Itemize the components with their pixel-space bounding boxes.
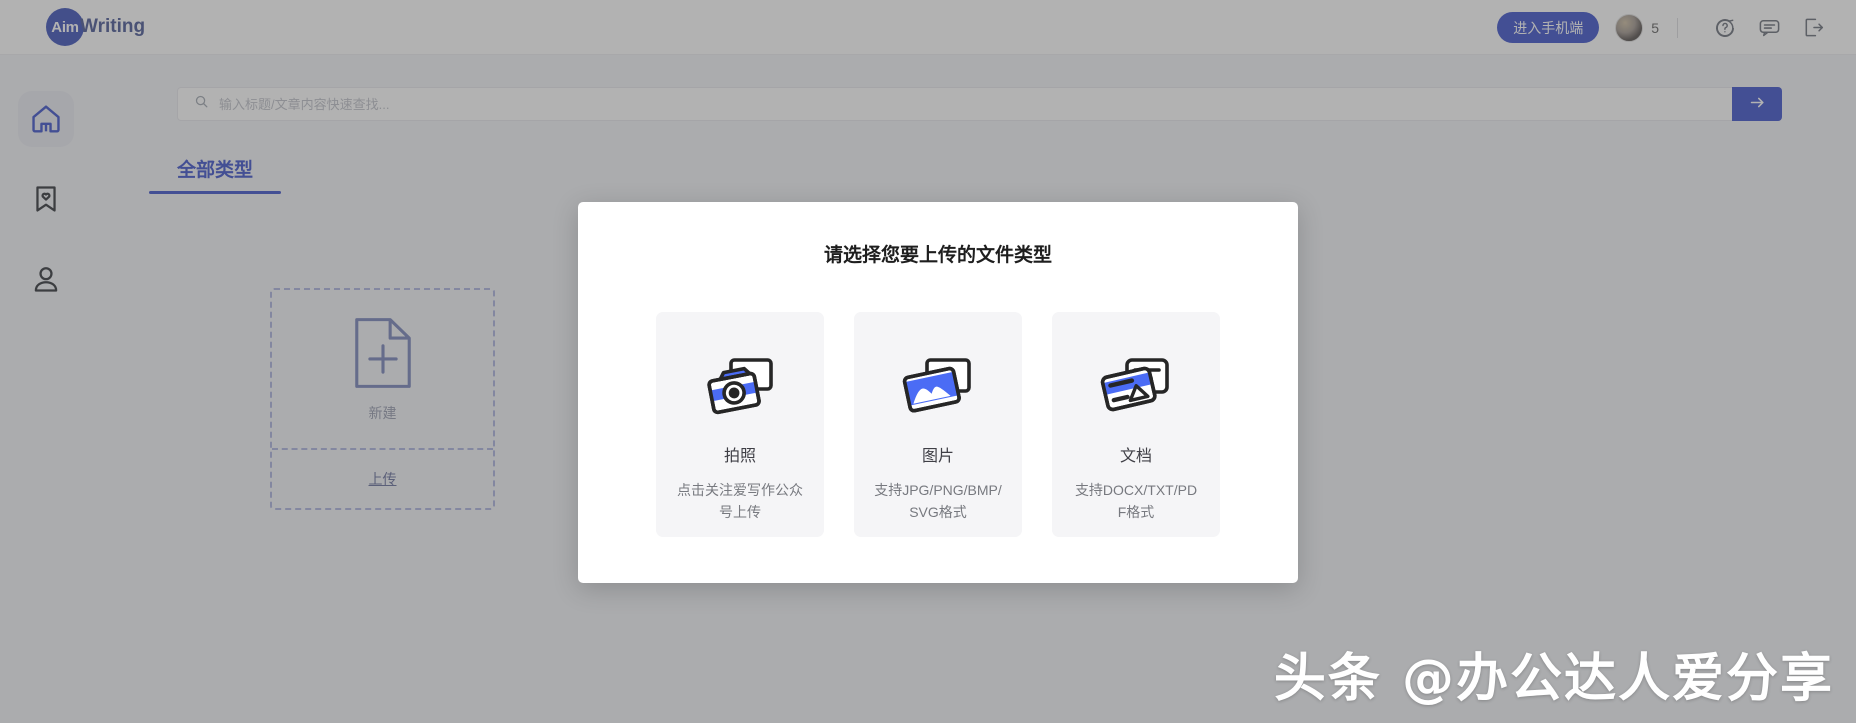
app-root: Aim Writing 进入手机端 5 输入标题/文章内容快速查找... 全部类… — [0, 0, 1856, 723]
document-card-icon — [1099, 354, 1173, 420]
upload-type-options: 拍照 点击关注爱写作公众号上传 图片 支持JPG/PNG/BMP/SVG格式 文… — [578, 312, 1298, 537]
camera-photo-icon — [703, 354, 777, 420]
option-image[interactable]: 图片 支持JPG/PNG/BMP/SVG格式 — [854, 312, 1022, 537]
image-picture-icon — [901, 354, 975, 420]
option-description: 支持DOCX/TXT/PDF格式 — [1074, 482, 1198, 520]
option-document[interactable]: 文档 支持DOCX/TXT/PDF格式 — [1052, 312, 1220, 537]
option-description: 支持JPG/PNG/BMP/SVG格式 — [874, 482, 1002, 520]
option-title: 拍照 — [723, 448, 756, 465]
option-title: 文档 — [1119, 448, 1152, 465]
dialog-title: 请选择您要上传的文件类型 — [823, 245, 1052, 266]
watermark-text: 头条 @办公达人爱分享 — [1273, 649, 1834, 709]
option-take-photo[interactable]: 拍照 点击关注爱写作公众号上传 — [656, 312, 824, 537]
option-title: 图片 — [921, 448, 954, 465]
option-description: 点击关注爱写作公众号上传 — [677, 482, 803, 520]
upload-type-dialog: 请选择您要上传的文件类型 拍照 点击关注爱写作公众号上传 图片 支持JPG/PN… — [578, 202, 1298, 583]
